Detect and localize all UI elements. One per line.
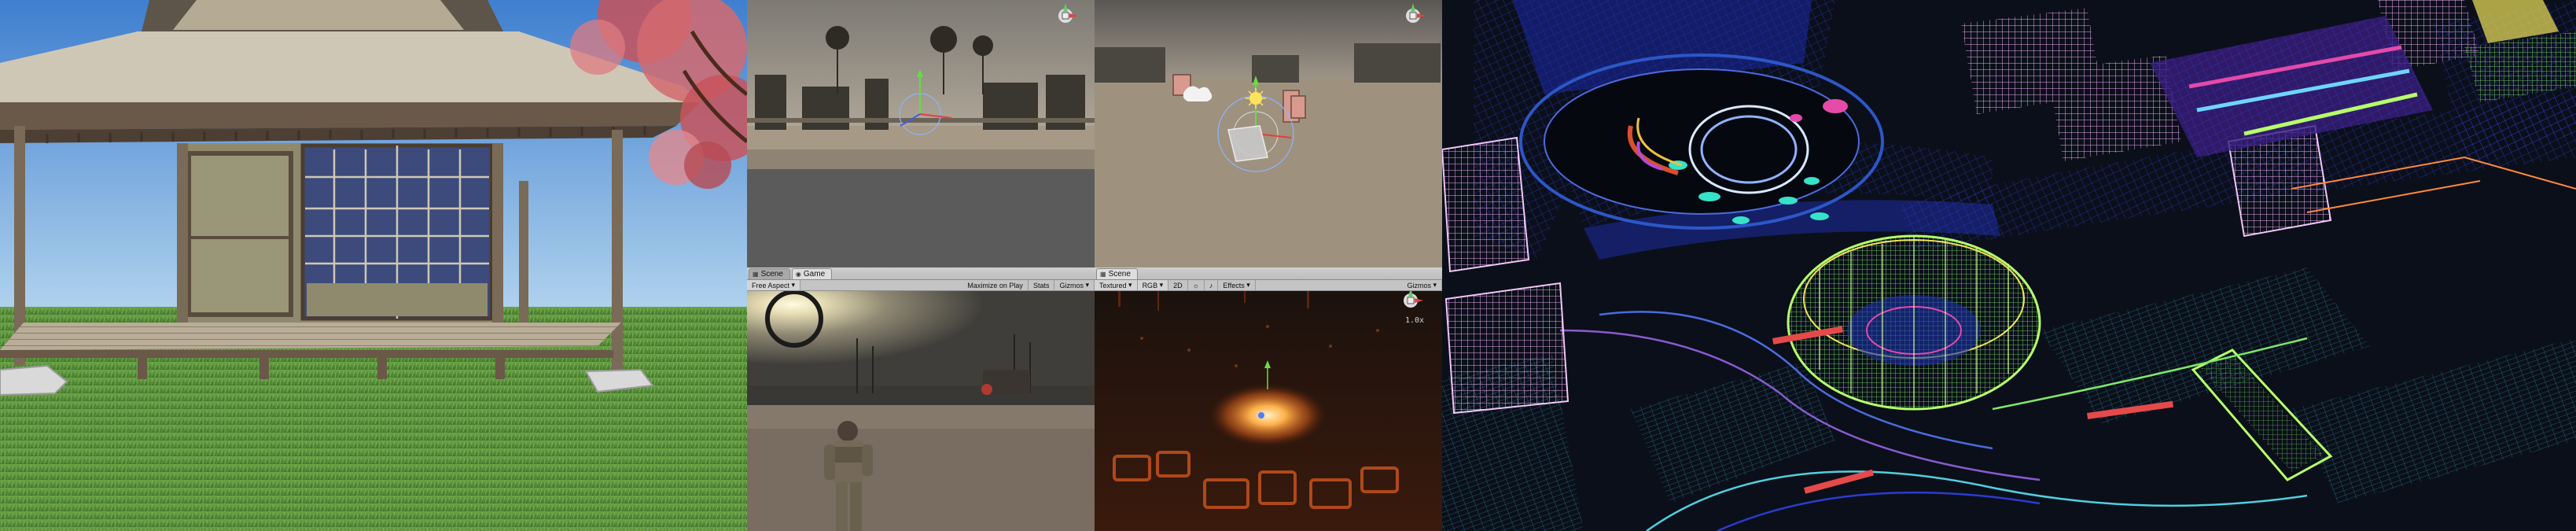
game-render: [747, 291, 1095, 531]
maximize-on-play-toggle[interactable]: Maximize on Play: [962, 280, 1029, 290]
desert-scene-view[interactable]: [747, 0, 1095, 267]
render-mode-dropdown[interactable]: RGB ▾: [1137, 280, 1169, 290]
pavilion-render: [0, 0, 747, 531]
gamepad-icon: ◉: [795, 271, 801, 278]
wireframe-render: [1442, 0, 2576, 531]
grid-icon: ▦: [753, 271, 759, 278]
light-toggle[interactable]: ☼: [1188, 280, 1205, 290]
effects-dropdown[interactable]: Effects ▾: [1218, 280, 1256, 290]
glow-scene-panel[interactable]: ▦ Scene Textured ▾ RGB ▾ 2D ☼ ♪ Effects …: [1095, 267, 1442, 531]
editor-tab-bar: ▦ Scene ◉ Game: [747, 267, 1095, 280]
toggle-2d-button[interactable]: 2D: [1168, 280, 1188, 290]
tab-scene[interactable]: ▦ Scene: [749, 268, 790, 279]
gizmos-dropdown[interactable]: Gizmos ▾: [1402, 280, 1442, 290]
shading-mode-dropdown[interactable]: Textured ▾: [1095, 280, 1138, 290]
camp-scene-view[interactable]: [1095, 0, 1442, 267]
tab-game[interactable]: ◉ Game: [791, 268, 833, 279]
wireframe-city-model: [1442, 0, 2576, 531]
camp-scene-render: [1095, 0, 1442, 267]
gizmos-dropdown[interactable]: Gizmos ▾: [1054, 280, 1095, 290]
stats-toggle[interactable]: Stats: [1029, 280, 1055, 290]
editor-tab-bar: ▦ Scene: [1095, 267, 1442, 280]
audio-toggle[interactable]: ♪: [1205, 280, 1219, 290]
scene-toolbar: Textured ▾ RGB ▾ 2D ☼ ♪ Effects ▾ Gizmos…: [1095, 280, 1442, 291]
tab-scene[interactable]: ▦ Scene: [1096, 268, 1138, 279]
desert-scene-render: [747, 0, 1095, 267]
game-view-panel[interactable]: ▦ Scene ◉ Game Free Aspect ▾ Maximize on…: [747, 267, 1095, 531]
scale-readout: 1.0x: [1405, 316, 1425, 325]
grid-icon: ▦: [1100, 271, 1106, 278]
aspect-dropdown[interactable]: Free Aspect ▾: [747, 280, 801, 290]
speaker-icon: ♪: [1209, 281, 1213, 289]
japanese-pavilion-scene: [0, 0, 747, 531]
glow-scene-render: [1095, 291, 1442, 531]
sun-icon: ☼: [1192, 281, 1199, 289]
game-toolbar: Free Aspect ▾ Maximize on Play Stats Giz…: [747, 280, 1095, 291]
